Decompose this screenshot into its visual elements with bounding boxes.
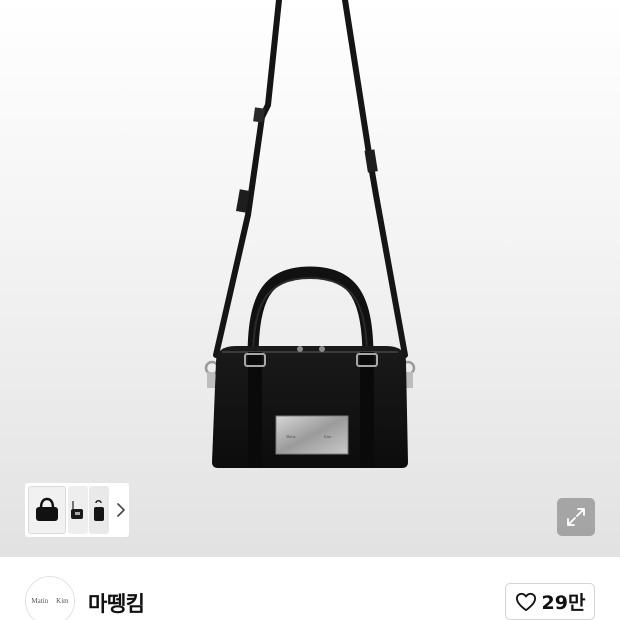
bag-thumbnail-icon (94, 500, 104, 521)
heart-icon (515, 592, 536, 611)
brand-logo-text-right: Kim (56, 597, 69, 605)
bag-thumbnail-icon (71, 501, 83, 519)
brand-name[interactable]: 마뗑킴 (88, 588, 145, 618)
bag-thumbnail-icon (36, 497, 58, 521)
gallery-thumbnail-2[interactable] (68, 486, 88, 534)
gallery-thumbnail-strip[interactable] (25, 483, 129, 537)
gallery-thumbnail-1[interactable] (28, 486, 66, 534)
gallery-thumbnail-3[interactable] (89, 486, 109, 534)
brand-logo-text-left: Matin (31, 597, 49, 605)
svg-text:Kim: Kim (324, 434, 332, 439)
expand-icon (567, 508, 585, 526)
svg-text:Matin: Matin (286, 434, 296, 439)
like-count: 29만 (541, 592, 586, 614)
product-image-area: Matin Kim (0, 0, 620, 557)
expand-image-button[interactable] (557, 498, 595, 536)
chevron-right-icon[interactable] (115, 503, 127, 517)
brand-row: Matin Kim 마뗑킴 29만 (0, 557, 620, 620)
product-image: Matin Kim (204, 0, 416, 468)
like-button[interactable]: 29만 (505, 583, 595, 620)
brand-logo[interactable]: Matin Kim (25, 576, 75, 620)
